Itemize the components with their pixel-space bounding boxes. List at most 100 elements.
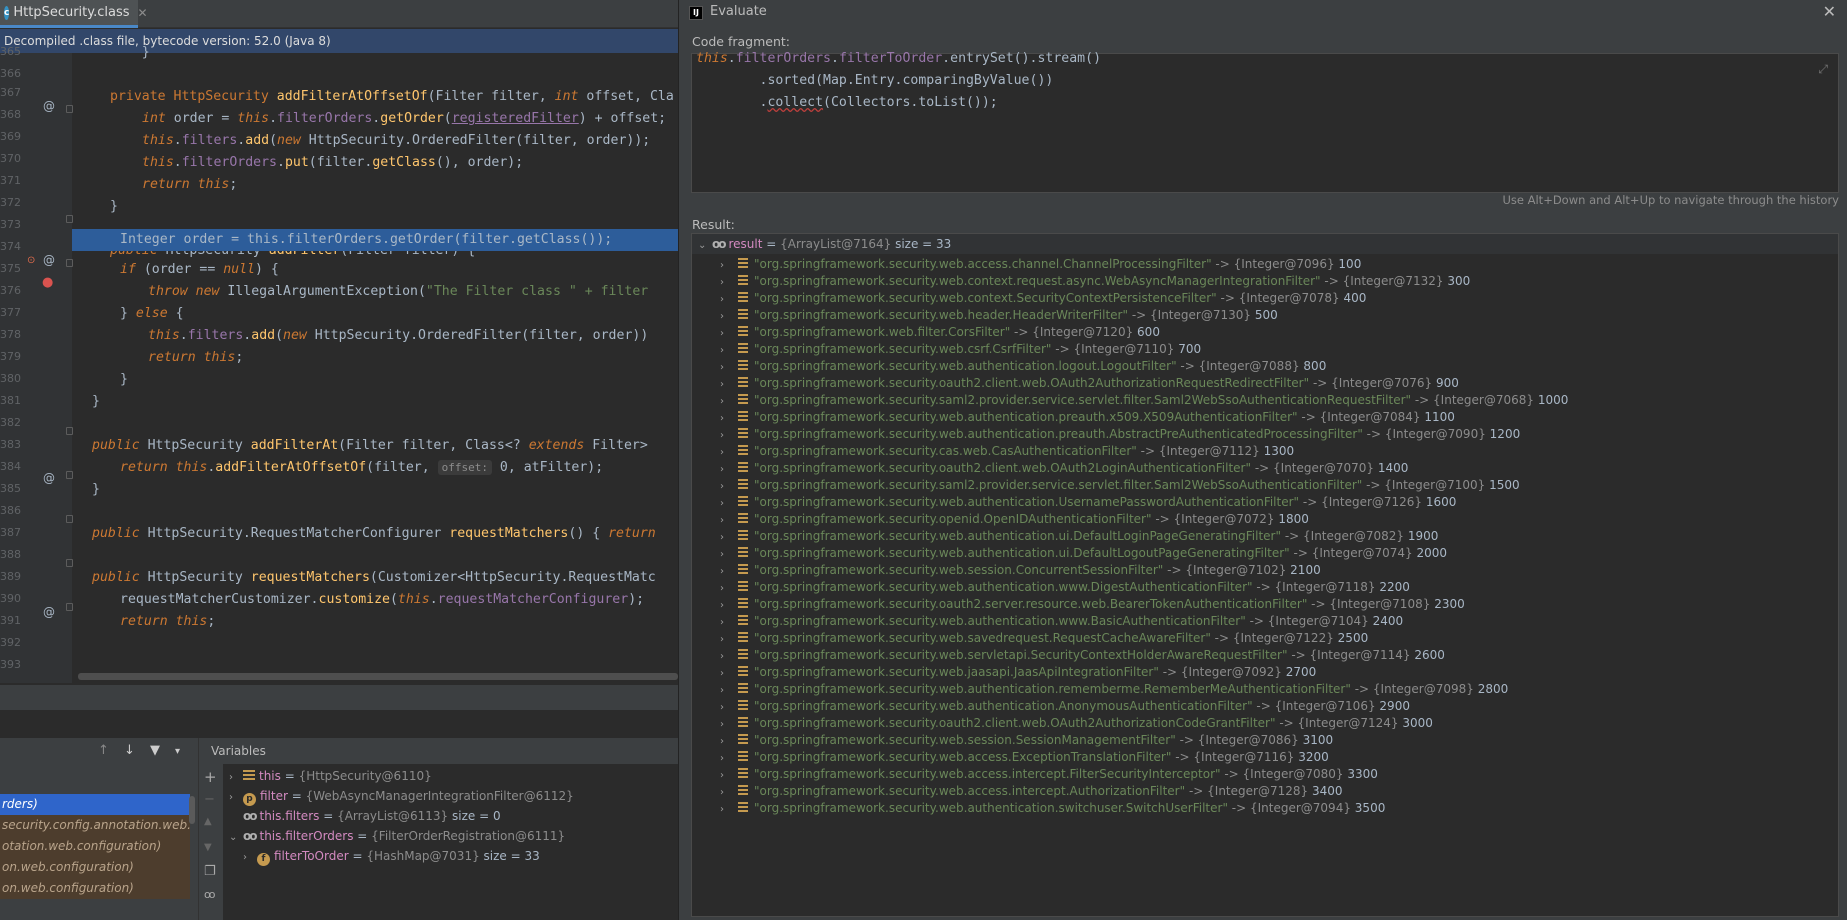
entry-value: 3500 bbox=[1354, 801, 1386, 815]
entry-arrow: -> bbox=[1299, 495, 1322, 509]
line-number: 373 bbox=[0, 218, 21, 231]
entry-value: 600 bbox=[1137, 325, 1160, 339]
override-marker-icon[interactable]: ⊙ bbox=[27, 255, 35, 266]
line-number: 379 bbox=[0, 350, 21, 363]
dialog-title-bar[interactable]: IJ Evaluate ✕ bbox=[679, 0, 1847, 26]
tab-label: HttpSecurity.class bbox=[13, 5, 130, 20]
entry-value: 700 bbox=[1178, 342, 1202, 356]
entry-key: "org.springframework.security.web.savedr… bbox=[754, 631, 1211, 645]
entry-arrow: -> bbox=[1158, 665, 1181, 679]
arrow-down-icon[interactable]: ↓ bbox=[124, 743, 135, 758]
code-fragment-editor[interactable]: this.filterOrders.filterToOrder.entrySet… bbox=[691, 51, 1839, 193]
annotation-icon[interactable]: @ bbox=[43, 99, 55, 113]
entry-value: 1800 bbox=[1278, 512, 1309, 526]
map-entry-icon bbox=[738, 462, 748, 472]
entry-value: 3100 bbox=[1302, 733, 1334, 747]
annotation-icon[interactable]: @ bbox=[43, 253, 55, 267]
entry-value: 1200 bbox=[1489, 427, 1521, 441]
code-line: } bbox=[110, 199, 118, 214]
entry-key: "org.springframework.security.web.access… bbox=[754, 767, 1221, 781]
move-down-icon[interactable]: ▼ bbox=[204, 842, 212, 853]
close-icon[interactable]: ✕ bbox=[1823, 2, 1836, 21]
entry-arrow: -> bbox=[1320, 274, 1343, 288]
history-hint: Use Alt+Down and Alt+Up to navigate thro… bbox=[1502, 193, 1839, 207]
frame-item[interactable]: security.config.annotation.web.config bbox=[0, 815, 190, 836]
line-number: 368 bbox=[0, 108, 21, 121]
chevron-down-icon[interactable]: ⌄ bbox=[698, 236, 712, 256]
variable-row[interactable]: ⌄ oo this.filterOrders = {FilterOrderRegis… bbox=[229, 826, 565, 846]
chevron-right-icon[interactable]: › bbox=[243, 848, 257, 868]
copy-icon[interactable]: ❐ bbox=[204, 864, 216, 879]
code-area[interactable]: } private HttpSecurity addFilterAtOffset… bbox=[72, 45, 678, 683]
class-file-icon: c bbox=[4, 5, 10, 20]
frame-item[interactable]: on.web.configuration) bbox=[0, 857, 190, 878]
map-entry-icon bbox=[738, 343, 748, 353]
entry-arrow: -> bbox=[1289, 546, 1312, 560]
code-line: if (order == null) { bbox=[120, 262, 279, 277]
map-entry-icon bbox=[738, 615, 748, 625]
entry-ref: {Integer@7072} bbox=[1173, 512, 1275, 526]
variable-row[interactable]: oo this.filters = {ArrayList@6113} size =… bbox=[229, 806, 501, 826]
map-entry-icon bbox=[738, 479, 748, 489]
map-entry-icon bbox=[738, 666, 748, 676]
map-entry-icon bbox=[738, 564, 748, 574]
evaluate-dialog: IJ Evaluate ✕ Code fragment: this.filter… bbox=[678, 0, 1847, 920]
map-entry-icon bbox=[738, 802, 748, 812]
close-icon[interactable]: ✕ bbox=[138, 6, 148, 20]
variable-row[interactable]: › this = {HttpSecurity@6110} bbox=[229, 766, 432, 786]
parameter-hint: offset: bbox=[437, 460, 492, 475]
frame-item[interactable]: otation.web.configuration) bbox=[0, 836, 190, 857]
entry-key: "org.springframework.security.saml2.prov… bbox=[754, 478, 1363, 492]
horizontal-scrollbar[interactable] bbox=[78, 673, 678, 680]
entry-key: "org.springframework.security.web.authen… bbox=[754, 699, 1253, 713]
map-entry-icon bbox=[738, 326, 748, 336]
filter-icon[interactable]: ▼ bbox=[150, 743, 160, 758]
expand-icon[interactable]: ⤢ bbox=[1818, 62, 1828, 77]
result-entry-row[interactable]: › "org.springframework.security.web.authe… bbox=[692, 798, 1838, 820]
arrow-up-icon[interactable]: ↑ bbox=[98, 743, 109, 758]
result-root-row[interactable]: ⌄ oo result = {ArrayList@7164} size = 33 bbox=[692, 234, 1838, 256]
entry-ref: {Integer@7098} bbox=[1372, 682, 1474, 696]
chevron-down-icon[interactable]: ⌄ bbox=[229, 828, 243, 848]
breakpoint-icon[interactable]: ● bbox=[42, 275, 53, 290]
variable-row[interactable]: › f filterToOrder = {HashMap@7031} size = … bbox=[243, 846, 540, 866]
frame-item[interactable]: rders) bbox=[0, 794, 190, 815]
entry-value: 400 bbox=[1343, 291, 1367, 305]
line-number: 389 bbox=[0, 570, 21, 583]
entry-arrow: -> bbox=[1163, 563, 1186, 577]
entry-ref: {Integer@7130} bbox=[1150, 308, 1251, 322]
map-entry-icon bbox=[738, 360, 748, 370]
line-number: 367 bbox=[0, 86, 21, 99]
line-number: 391 bbox=[0, 614, 21, 627]
chevron-right-icon[interactable]: › bbox=[229, 768, 243, 788]
map-entry-icon bbox=[738, 513, 748, 523]
annotation-icon[interactable]: @ bbox=[43, 605, 55, 619]
code-line: requestMatcherCustomizer.customize(this.… bbox=[120, 592, 645, 607]
watches-icon[interactable]: oo bbox=[204, 888, 216, 901]
chevron-right-icon[interactable]: › bbox=[720, 800, 738, 820]
chevron-down-icon[interactable]: ▾ bbox=[175, 746, 180, 757]
add-watch-icon[interactable]: + bbox=[204, 768, 217, 786]
entry-ref: {Integer@7084} bbox=[1319, 410, 1421, 424]
map-entry-icon bbox=[738, 632, 748, 642]
entry-key: "org.springframework.security.web.authen… bbox=[754, 580, 1253, 594]
result-tree[interactable]: ⌄ oo result = {ArrayList@7164} size = 33 ›… bbox=[691, 233, 1839, 917]
line-number: 380 bbox=[0, 372, 21, 385]
fragment-line: this.filterOrders.filterToOrder.entrySet… bbox=[696, 51, 1102, 66]
variable-row[interactable]: › p filter = {WebAsyncManagerIntegrationFi… bbox=[229, 786, 574, 806]
entry-key: "org.springframework.security.web.servle… bbox=[754, 648, 1288, 662]
frames-scrollbar[interactable] bbox=[189, 796, 195, 824]
entry-ref: {Integer@7102} bbox=[1185, 563, 1287, 577]
entry-ref: {Integer@7108} bbox=[1329, 597, 1431, 611]
tab-httpsecurity-class[interactable]: c HttpSecurity.class ✕ bbox=[0, 0, 148, 28]
chevron-right-icon[interactable]: › bbox=[229, 788, 243, 808]
move-up-icon[interactable]: ▲ bbox=[204, 816, 212, 827]
code-line: public HttpSecurity addFilterAt(Filter f… bbox=[92, 438, 648, 453]
map-entry-icon bbox=[738, 734, 748, 744]
frame-item[interactable]: on.web.configuration) bbox=[0, 878, 190, 899]
entry-arrow: -> bbox=[1051, 342, 1074, 356]
entry-value: 100 bbox=[1338, 257, 1362, 271]
remove-watch-icon[interactable]: − bbox=[204, 792, 215, 807]
entry-value: 3300 bbox=[1347, 767, 1378, 781]
annotation-icon[interactable]: @ bbox=[43, 471, 55, 485]
